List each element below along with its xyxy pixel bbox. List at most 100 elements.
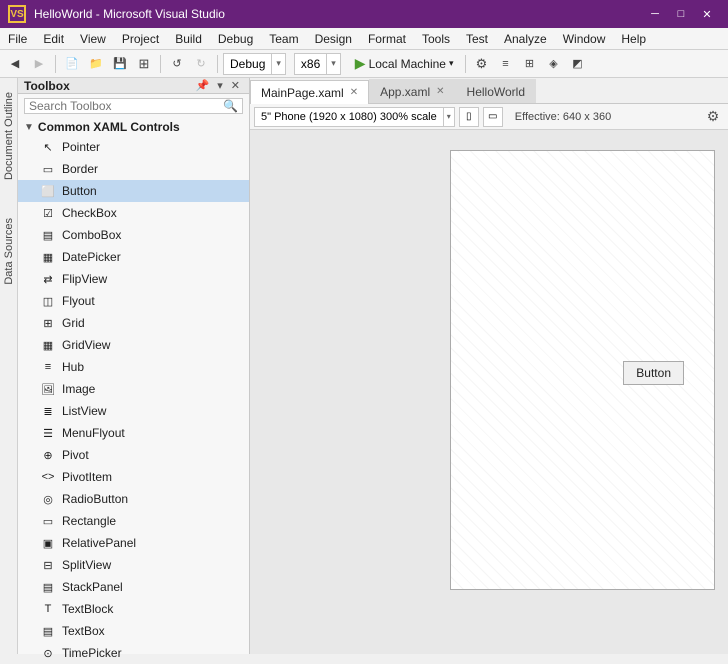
toolbox-item-menuflyout[interactable]: ☰ MenuFlyout [18,422,249,444]
toolbox-item-textbox[interactable]: ▤ TextBox [18,620,249,642]
main-toolbar: ◀ ▶ 📄 📁 💾 ⊞ ↺ ↻ Debug ▾ x86 ▾ ▶ Local Ma… [0,50,728,78]
redo-button[interactable]: ↻ [190,53,212,75]
menu-build[interactable]: Build [167,28,210,49]
platform-dropdown[interactable]: x86 ▾ [294,53,341,75]
portrait-btn[interactable]: ▯ [459,107,479,127]
toolbox-item-relativepanel[interactable]: ▣ RelativePanel [18,532,249,554]
toolbox-item-image[interactable]: 🖼 Image [18,378,249,400]
landscape-btn[interactable]: ▭ [483,107,503,127]
close-button[interactable]: ✕ [694,0,720,28]
combobox-icon: ▤ [40,227,56,243]
toolbar-extra-2[interactable]: ≡ [495,53,517,75]
menu-tools[interactable]: Tools [414,28,458,49]
tab-app-close-icon[interactable]: ✕ [436,86,444,97]
menu-edit[interactable]: Edit [35,28,72,49]
menu-debug[interactable]: Debug [210,28,261,49]
checkbox-label: CheckBox [62,206,117,220]
toolbox-pin-icon[interactable]: 📌 [193,78,213,93]
category-label: Common XAML Controls [38,120,180,134]
side-label-document-outline[interactable]: Document Outline [1,88,17,184]
menu-window[interactable]: Window [555,28,614,49]
toolbar-extra-4[interactable]: ◈ [543,53,565,75]
menu-help[interactable]: Help [613,28,654,49]
border-label: Border [62,162,98,176]
radiobutton-icon: ◎ [40,491,56,507]
menu-analyze[interactable]: Analyze [496,28,555,49]
toolbox-item-rectangle[interactable]: ▭ Rectangle [18,510,249,532]
menuflyout-label: MenuFlyout [62,426,125,440]
toolbox-item-pointer[interactable]: ↖ Pointer [18,136,249,158]
toolbox-item-border[interactable]: ▭ Border [18,158,249,180]
rectangle-icon: ▭ [40,513,56,529]
device-dropdown[interactable]: 5" Phone (1920 x 1080) 300% scale ▾ [254,107,455,127]
menu-file[interactable]: File [0,28,35,49]
save-button[interactable]: 💾 [109,53,131,75]
toolbox-item-textblock[interactable]: T TextBlock [18,598,249,620]
undo-button[interactable]: ↺ [166,53,188,75]
border-icon: ▭ [40,161,56,177]
category-expand-icon: ▼ [24,122,34,133]
tab-helloworld[interactable]: HelloWorld [456,79,536,103]
maximize-button[interactable]: □ [668,0,694,28]
toolbox-item-splitview[interactable]: ⊟ SplitView [18,554,249,576]
search-input[interactable] [25,99,219,113]
tab-bar: MainPage.xaml ✕ App.xaml ✕ HelloWorld [250,78,728,104]
back-button[interactable]: ◀ [4,53,26,75]
debug-config-dropdown[interactable]: Debug ▾ [223,53,286,75]
menu-format[interactable]: Format [360,28,414,49]
toolbox-item-gridview[interactable]: ▦ GridView [18,334,249,356]
menu-view[interactable]: View [72,28,114,49]
toolbox-item-pivotitem[interactable]: <> PivotItem [18,466,249,488]
toolbox-item-button[interactable]: ⬜ Button [18,180,249,202]
menu-test[interactable]: Test [458,28,496,49]
toolbox-close-icon[interactable]: ✕ [228,78,243,93]
toolbox-search-box[interactable]: 🔍 [24,98,243,114]
toolbox-item-listview[interactable]: ≣ ListView [18,400,249,422]
forward-button[interactable]: ▶ [28,53,50,75]
toolbox-item-pivot[interactable]: ⊕ Pivot [18,444,249,466]
toolbar-extra-5[interactable]: ◩ [567,53,589,75]
textbox-icon: ▤ [40,623,56,639]
run-button[interactable]: ▶ Local Machine ▾ [349,53,460,74]
tab-mainpage-xaml[interactable]: MainPage.xaml ✕ [250,80,369,104]
tab-app-label: App.xaml [380,85,430,99]
tab-mainpage-modified-icon: ✕ [350,87,358,98]
open-button[interactable]: 📁 [85,53,107,75]
toolbox-item-checkbox[interactable]: ☑ CheckBox [18,202,249,224]
toolbox-item-grid[interactable]: ⊞ Grid [18,312,249,334]
run-dropdown-arrow: ▾ [449,58,454,69]
window-title: HelloWorld - Microsoft Visual Studio [34,7,634,21]
toolbox-category[interactable]: ▼ Common XAML Controls [18,118,249,136]
button-icon: ⬜ [40,183,56,199]
toolbar-extra-1[interactable]: ⚙ [471,53,493,75]
new-file-button[interactable]: 📄 [61,53,83,75]
tab-app-xaml[interactable]: App.xaml ✕ [369,79,455,103]
textbox-label: TextBox [62,624,105,638]
toolbox-item-radiobutton[interactable]: ◎ RadioButton [18,488,249,510]
menu-team[interactable]: Team [261,28,306,49]
save-all-button[interactable]: ⊞ [133,53,155,75]
toolbox-item-stackpanel[interactable]: ▤ StackPanel [18,576,249,598]
toolbox-item-flyout[interactable]: ◫ Flyout [18,290,249,312]
menu-design[interactable]: Design [307,28,360,49]
device-arrow: ▾ [443,108,454,126]
minimize-button[interactable]: ─ [642,0,668,28]
rectangle-label: Rectangle [62,514,116,528]
toolbox-item-hub[interactable]: ≡ Hub [18,356,249,378]
toolbox-item-combobox[interactable]: ▤ ComboBox [18,224,249,246]
toolbox-menu-icon[interactable]: ▾ [214,78,226,93]
title-bar: VS HelloWorld - Microsoft Visual Studio … [0,0,728,28]
menu-project[interactable]: Project [114,28,167,49]
toolbox-item-flipview[interactable]: ⇄ FlipView [18,268,249,290]
debug-config-arrow: ▾ [271,54,285,74]
design-settings-icon[interactable]: ⚙ [702,106,724,128]
toolbox-controls: 📌 ▾ ✕ [193,78,243,93]
toolbar-extra-3[interactable]: ⊞ [519,53,541,75]
timepicker-icon: ⊙ [40,645,56,661]
toolbox-item-datepicker[interactable]: ▦ DatePicker [18,246,249,268]
textblock-label: TextBlock [62,602,113,616]
menu-bar: File Edit View Project Build Debug Team … [0,28,728,50]
toolbox-item-timepicker[interactable]: ⊙ TimePicker [18,642,249,664]
pivot-label: Pivot [62,448,89,462]
side-label-data-sources[interactable]: Data Sources [1,214,17,289]
